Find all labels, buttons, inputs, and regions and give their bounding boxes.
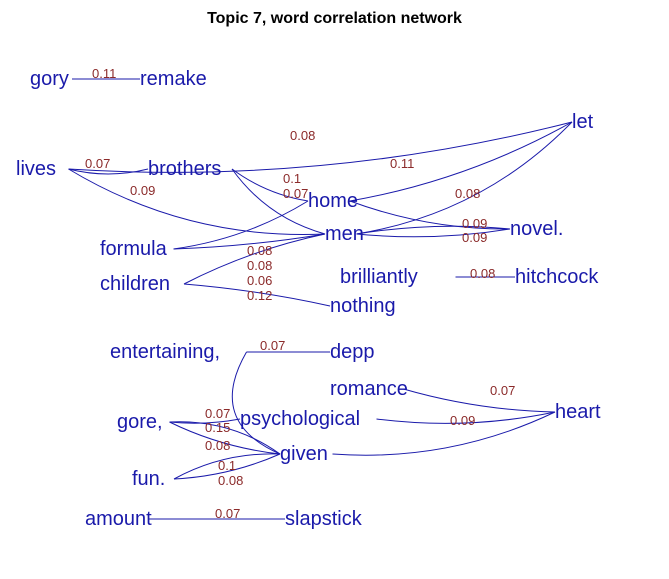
edge-weight: 0.07 [260, 338, 285, 353]
node-slapstick: slapstick [285, 508, 363, 530]
edge-weight: 0.11 [92, 66, 116, 81]
node-entertaining: entertaining, [110, 341, 220, 363]
edge-weight: 0.09 [450, 413, 475, 428]
edge-weight: 0.08 [218, 473, 243, 488]
node-romance: romance [330, 378, 408, 400]
edge-weight: 0.07 [283, 186, 308, 201]
edge-weight: 0.07 [215, 506, 240, 521]
edge-weight: 0.11 [390, 156, 414, 171]
edge-weight: 0.1 [218, 458, 236, 473]
edge-weight: 0.08 [205, 438, 230, 453]
edge-weight: 0.09 [462, 216, 487, 231]
node-children: children [100, 273, 170, 295]
node-psychological: psychological [240, 408, 360, 430]
node-fun: fun. [132, 468, 165, 490]
edge-weight: 0.1 [283, 171, 301, 186]
edge-weight: 0.09 [130, 183, 155, 198]
edge [174, 201, 309, 249]
edge-weight: 0.06 [247, 273, 272, 288]
edge-weight: 0.09 [462, 230, 487, 245]
edge [232, 352, 280, 454]
node-remake: remake [140, 68, 207, 90]
node-heart: heart [555, 401, 601, 423]
node-brilliantly: brilliantly [340, 266, 418, 288]
edge [404, 389, 556, 412]
edge [333, 412, 556, 455]
edge-weight: 0.08 [290, 128, 315, 143]
edge [69, 122, 573, 172]
edge-weight: 0.12 [247, 288, 272, 303]
node-home: home [308, 190, 358, 212]
edge-weight: 0.08 [470, 266, 495, 281]
node-amount: amount [85, 508, 152, 530]
node-nothing: nothing [330, 295, 396, 317]
node-brothers: brothers [148, 158, 221, 180]
node-depp: depp [330, 341, 375, 363]
edge-weight: 0.15 [205, 420, 230, 435]
network-canvas: 0.110.080.070.090.10.070.110.080.090.090… [0, 0, 669, 579]
node-formula: formula [100, 238, 168, 260]
edge-weight: 0.08 [247, 258, 272, 273]
node-hitchcock: hitchcock [515, 266, 599, 288]
edge-weight: 0.08 [247, 243, 272, 258]
node-novel: novel. [510, 218, 563, 240]
node-gore: gore, [117, 411, 163, 433]
edge-weight: 0.07 [490, 383, 515, 398]
edge-weight: 0.07 [205, 406, 230, 421]
node-men: men [325, 223, 364, 245]
node-lives: lives [16, 158, 56, 180]
node-let: let [572, 111, 594, 133]
edge-weight: 0.07 [85, 156, 110, 171]
edge-weight: 0.08 [455, 186, 480, 201]
node-given: given [280, 443, 328, 465]
node-gory: gory [30, 68, 69, 90]
